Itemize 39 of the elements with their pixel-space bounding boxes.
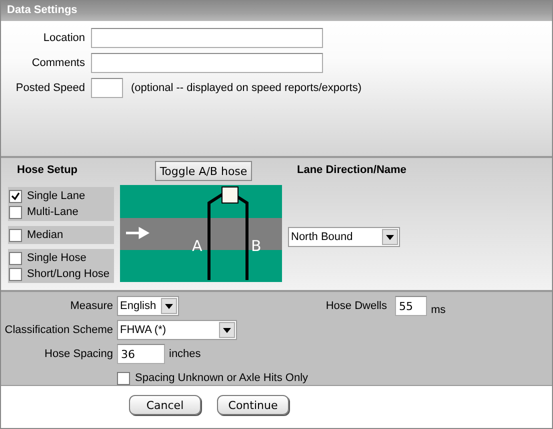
checkbox[interactable] (9, 206, 22, 218)
field-label: Comments (30, 57, 85, 69)
input-field[interactable] (91, 53, 323, 73)
field-label: Hose Spacing (44, 348, 114, 360)
input-field[interactable] (91, 78, 123, 98)
caret-icon (165, 304, 173, 308)
field-label: Measure (69, 300, 114, 312)
caret-icon (223, 328, 231, 332)
checkbox[interactable] (9, 228, 22, 242)
checkbox[interactable] (9, 252, 22, 264)
field-label: Location (42, 32, 85, 44)
checkbox[interactable] (117, 372, 130, 384)
checkbox-label: Single Lane (27, 190, 86, 202)
checkbox-label: Multi-Lane (27, 206, 78, 218)
unit-label: ms (431, 304, 446, 316)
section-heading: Hose Setup (16, 163, 79, 178)
dialog-button[interactable]: Cancel (129, 395, 201, 415)
checkbox[interactable] (9, 190, 22, 202)
classification-dropdown[interactable]: FHWA (*) (117, 320, 237, 340)
checkbox-label: Median (27, 229, 64, 241)
checkbox[interactable] (9, 268, 22, 280)
field-label: Hose Dwells (324, 300, 388, 312)
toggle-hose-button[interactable]: Toggle A/B hose (155, 161, 252, 181)
field-label: Classification Scheme (4, 324, 114, 336)
caret-icon (386, 234, 394, 240)
section-heading: Lane Direction/Name (296, 163, 408, 178)
input-field[interactable]: 36 (117, 344, 165, 364)
unit-label: inches (169, 348, 201, 360)
lane-direction-dropdown[interactable]: North Bound (288, 227, 400, 247)
input-field[interactable]: 55 (395, 296, 427, 316)
measure-dropdown[interactable]: English (117, 296, 179, 316)
input-field[interactable] (91, 28, 323, 48)
dialog-button[interactable]: Continue (217, 395, 289, 415)
window-title: Data Settings (1, 1, 552, 21)
checkbox-label: Spacing Unknown or Axle Hits Only (135, 372, 308, 384)
checkbox-label: Single Hose (27, 252, 86, 264)
field-note: (optional -- displayed on speed reports/exports) (131, 82, 362, 94)
field-label: Posted Speed (14, 82, 85, 94)
checkbox-label: Short/Long Hose (27, 268, 110, 280)
